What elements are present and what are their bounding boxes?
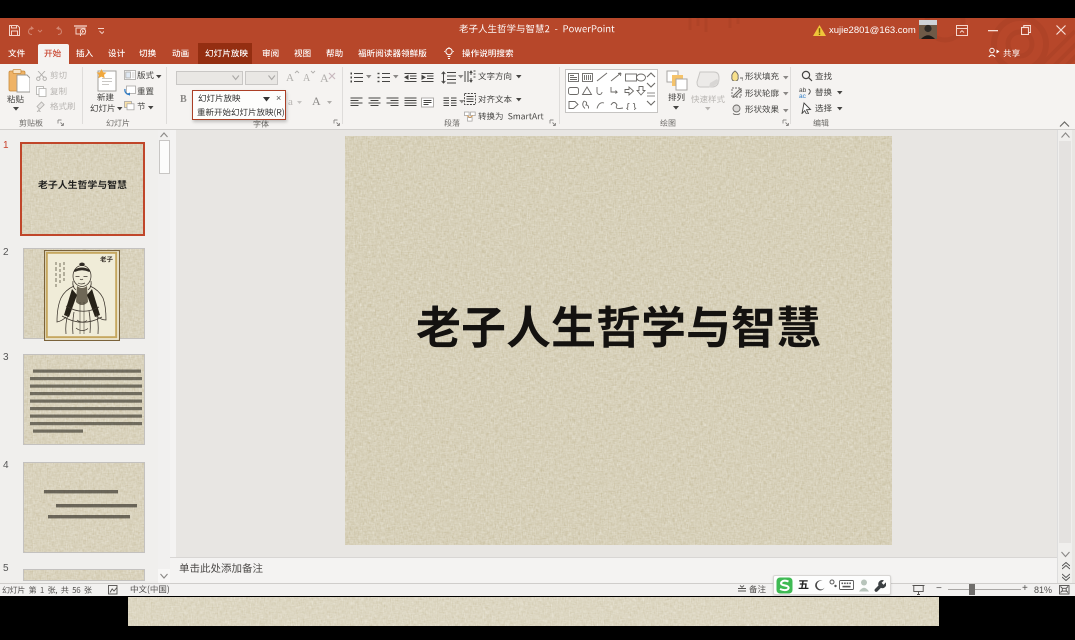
- svg-text:A: A: [286, 72, 294, 84]
- svg-text:{ }: { }: [626, 102, 637, 110]
- svg-text:A: A: [320, 71, 329, 84]
- svg-text:ac: ac: [799, 93, 807, 98]
- svg-text:A: A: [303, 73, 311, 84]
